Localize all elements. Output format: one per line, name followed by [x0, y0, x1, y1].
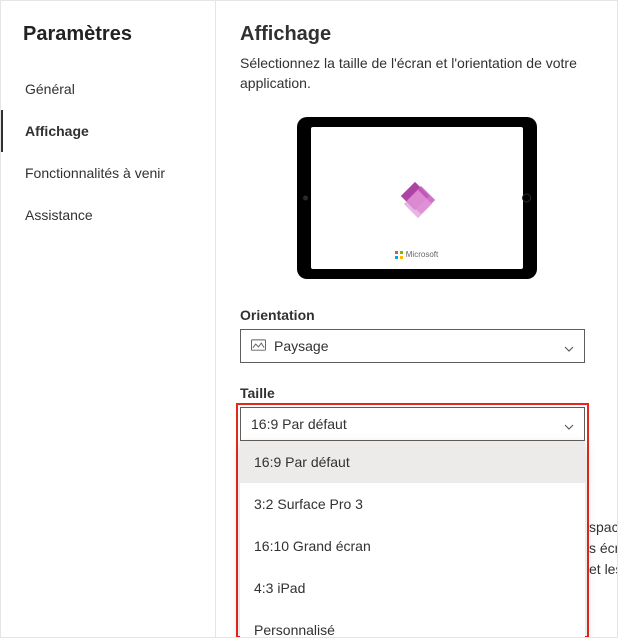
- chevron-down-icon: [564, 341, 574, 351]
- orientation-value: Paysage: [274, 338, 328, 354]
- device-preview: Microsoft: [240, 117, 593, 279]
- sidebar-item-label: Général: [25, 81, 75, 97]
- sidebar-title: Paramètres: [1, 23, 215, 68]
- size-label: Taille: [240, 385, 593, 401]
- page-title: Affichage: [240, 23, 593, 46]
- microsoft-logo-icon: [395, 251, 403, 259]
- tablet-screen: Microsoft: [311, 127, 523, 269]
- sidebar-item-upcoming-features[interactable]: Fonctionnalités à venir: [1, 152, 215, 194]
- size-option-3-2-surface-pro-3[interactable]: 3:2 Surface Pro 3: [240, 483, 585, 525]
- landscape-icon: [251, 338, 266, 354]
- size-option-16-9-default[interactable]: 16:9 Par défaut: [240, 441, 585, 483]
- powerapps-logo-icon: [401, 182, 433, 214]
- page-description: Sélectionnez la taille de l'écran et l'o…: [240, 54, 593, 93]
- option-label: 16:10 Grand écran: [254, 538, 371, 554]
- sidebar-item-label: Fonctionnalités à venir: [25, 165, 165, 181]
- microsoft-brand: Microsoft: [395, 250, 438, 259]
- orientation-label: Orientation: [240, 307, 593, 323]
- size-dropdown-panel: 16:9 Par défaut 3:2 Surface Pro 3 16:10 …: [240, 441, 585, 637]
- size-field: Taille 16:9 Par défaut 16:9 Par défaut 3…: [240, 385, 593, 441]
- sidebar-item-label: Assistance: [25, 207, 93, 223]
- size-option-custom[interactable]: Personnalisé: [240, 609, 585, 637]
- chevron-down-icon: [564, 419, 574, 429]
- size-option-4-3-ipad[interactable]: 4:3 iPad: [240, 567, 585, 609]
- tablet-frame: Microsoft: [297, 117, 537, 279]
- size-value: 16:9 Par défaut: [251, 416, 347, 432]
- obscured-hint-text: space s écrans et les: [589, 517, 617, 580]
- sidebar-item-label: Affichage: [25, 123, 89, 139]
- settings-main: Affichage Sélectionnez la taille de l'éc…: [216, 1, 617, 637]
- option-label: Personnalisé: [254, 622, 335, 637]
- settings-dialog: Paramètres Général Affichage Fonctionnal…: [0, 0, 618, 638]
- settings-sidebar: Paramètres Général Affichage Fonctionnal…: [1, 1, 216, 637]
- option-label: 4:3 iPad: [254, 580, 305, 596]
- size-option-16-10-widescreen[interactable]: 16:10 Grand écran: [240, 525, 585, 567]
- size-select[interactable]: 16:9 Par défaut: [240, 407, 585, 441]
- sidebar-item-support[interactable]: Assistance: [1, 194, 215, 236]
- sidebar-item-general[interactable]: Général: [1, 68, 215, 110]
- option-label: 3:2 Surface Pro 3: [254, 496, 363, 512]
- orientation-field: Orientation Paysage: [240, 307, 593, 363]
- option-label: 16:9 Par défaut: [254, 454, 350, 470]
- microsoft-brand-text: Microsoft: [406, 250, 438, 259]
- orientation-select[interactable]: Paysage: [240, 329, 585, 363]
- sidebar-item-display[interactable]: Affichage: [1, 110, 215, 152]
